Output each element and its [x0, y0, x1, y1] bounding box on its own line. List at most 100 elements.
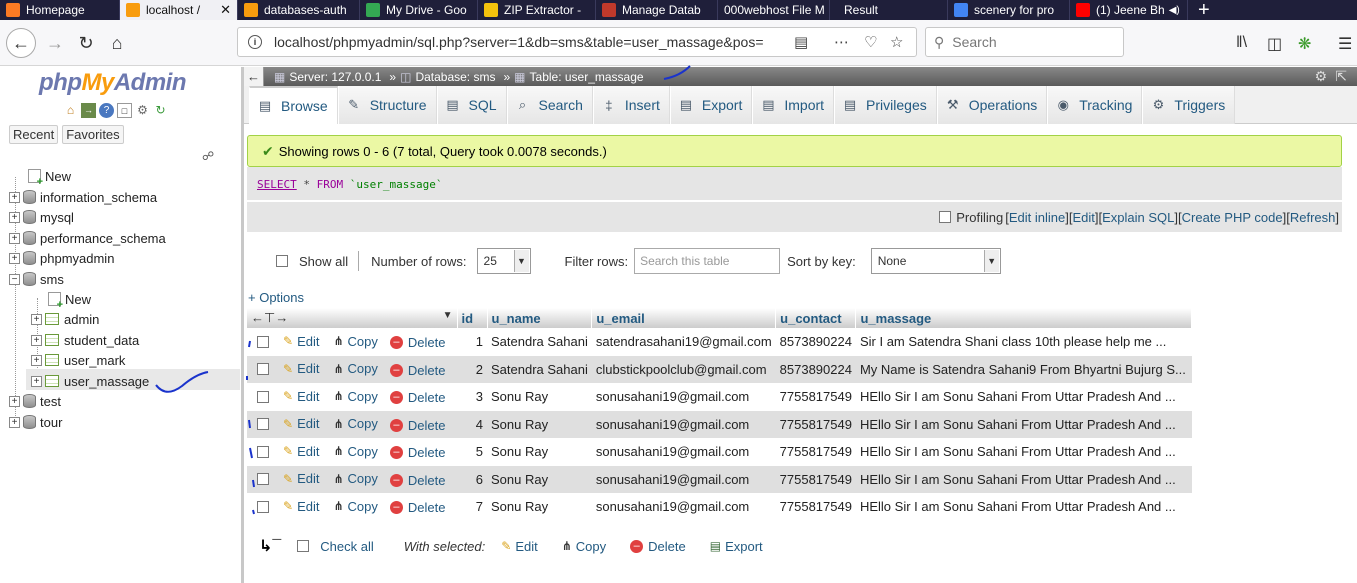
home-icon[interactable]: ⌂: [102, 28, 132, 58]
sidebar-toggle-icon[interactable]: ◫: [1267, 34, 1282, 54]
close-tab-icon[interactable]: ✕: [214, 2, 231, 18]
tab-privileges[interactable]: ▤ Privileges: [834, 86, 937, 124]
breadcrumb-table[interactable]: Table: user_massage: [530, 70, 644, 84]
expand-icon[interactable]: +: [31, 313, 42, 325]
table-item-user-massage[interactable]: + user_massage: [31, 371, 149, 391]
row-checkbox[interactable]: [257, 335, 269, 348]
pocket-icon[interactable]: ♡: [864, 33, 877, 51]
column-header-u-contact[interactable]: u_contact: [775, 308, 857, 328]
browser-tab[interactable]: Result: [830, 0, 948, 20]
row-edit-button[interactable]: ✎ Edit: [283, 416, 319, 431]
collapse-top-icon[interactable]: ⇱: [1335, 68, 1347, 85]
column-header-u-name[interactable]: u_name: [487, 308, 593, 328]
row-edit-button[interactable]: ✎ Edit: [283, 361, 319, 376]
row-copy-button[interactable]: ⋔ Copy: [333, 499, 377, 514]
cell-u-contact[interactable]: 8573890224: [775, 355, 856, 383]
row-checkbox[interactable]: [257, 473, 269, 486]
tab-search[interactable]: ⌕ Search: [506, 86, 593, 124]
row-edit-button[interactable]: ✎ Edit: [283, 389, 319, 404]
cell-id[interactable]: 5: [457, 438, 487, 466]
row-delete-button[interactable]: – Delete: [389, 500, 445, 515]
collapse-icon[interactable]: −: [9, 273, 20, 285]
table-item-admin[interactable]: + admin: [31, 309, 99, 329]
cell-u-name[interactable]: Sonu Ray: [487, 410, 592, 438]
browser-tab[interactable]: localhost / ✕: [120, 0, 238, 20]
row-checkbox[interactable]: [257, 418, 269, 431]
page-actions-icon[interactable]: ⋯: [834, 33, 849, 51]
row-checkbox[interactable]: [257, 445, 269, 458]
db-item-phpmyadmin[interactable]: + phpmyadmin: [9, 248, 114, 268]
expand-icon[interactable]: +: [9, 232, 20, 244]
sql-select-keyword[interactable]: SELECT: [257, 178, 297, 191]
bulk-export-button[interactable]: ▤ Export: [710, 539, 763, 554]
cell-id[interactable]: 2: [457, 355, 487, 383]
expand-icon[interactable]: +: [9, 416, 20, 428]
check-all-label[interactable]: Check all: [320, 539, 373, 554]
cell-u-massage[interactable]: HEllo Sir I am Sonu Sahani From Uttar Pr…: [855, 383, 1192, 411]
cell-u-contact[interactable]: 7755817549: [775, 410, 856, 438]
tab-import[interactable]: ▤ Import: [752, 86, 835, 124]
logout-icon[interactable]: →: [81, 103, 96, 118]
expand-icon[interactable]: +: [31, 375, 42, 387]
cell-u-email[interactable]: satendrasahani19@gmail.com: [591, 328, 776, 356]
row-copy-button[interactable]: ⋔ Copy: [333, 389, 377, 404]
row-edit-button[interactable]: ✎ Edit: [283, 471, 319, 486]
tab-browse[interactable]: ▤ Browse: [249, 86, 338, 124]
edit-link[interactable]: Edit: [1072, 210, 1094, 225]
tab-tracking[interactable]: ◉ Tracking: [1047, 86, 1143, 124]
filter-rows-input[interactable]: Search this table: [634, 248, 781, 274]
phpmyadmin-logo[interactable]: phpMyAdmin: [39, 69, 187, 97]
row-checkbox[interactable]: [257, 500, 269, 513]
cell-u-name[interactable]: Sonu Ray: [487, 493, 592, 521]
row-delete-button[interactable]: – Delete: [389, 363, 445, 378]
cell-id[interactable]: 1: [457, 328, 487, 356]
page-settings-gear-icon[interactable]: ⚙: [1314, 68, 1327, 85]
cell-u-contact[interactable]: 8573890224: [775, 328, 856, 356]
tab-structure[interactable]: ✎ Structure: [337, 86, 437, 124]
settings-gear-icon[interactable]: ⚙: [135, 103, 150, 118]
check-all-checkbox[interactable]: [297, 540, 310, 552]
cell-u-email[interactable]: sonusahani19@gmail.com: [591, 438, 776, 466]
cell-u-contact[interactable]: 7755817549: [775, 493, 856, 521]
tab-insert[interactable]: ‡ Insert: [592, 86, 670, 124]
browser-tab[interactable]: Manage Datab: [596, 0, 718, 20]
row-copy-button[interactable]: ⋔ Copy: [333, 416, 377, 431]
row-options-dropdown-icon[interactable]: ▼: [443, 310, 453, 321]
bulk-delete-button[interactable]: – Delete: [630, 539, 686, 554]
browser-tab[interactable]: (1) Jeene Bh ◀): [1070, 0, 1188, 20]
menu-icon[interactable]: ☰: [1338, 34, 1352, 54]
explain-sql-link[interactable]: Explain SQL: [1102, 210, 1174, 225]
url-bar[interactable]: i localhost/phpmyadmin/sql.php?server=1&…: [237, 27, 917, 57]
row-delete-button[interactable]: – Delete: [389, 335, 445, 350]
cell-u-name[interactable]: Sonu Ray: [487, 383, 592, 411]
table-item-new[interactable]: New: [48, 289, 91, 311]
cell-id[interactable]: 6: [457, 465, 487, 493]
browser-tab[interactable]: scenery for pro: [948, 0, 1070, 20]
row-edit-button[interactable]: ✎ Edit: [283, 499, 319, 514]
forward-arrow-icon[interactable]: →: [40, 28, 70, 58]
tab-triggers[interactable]: ⚙ Triggers: [1142, 86, 1236, 124]
browser-search-bar[interactable]: ⚲ Search: [925, 27, 1124, 57]
cell-id[interactable]: 4: [457, 410, 487, 438]
db-item-mysql[interactable]: + mysql: [9, 207, 74, 227]
help-icon[interactable]: ?: [99, 103, 114, 118]
row-checkbox[interactable]: [257, 363, 269, 376]
cell-id[interactable]: 3: [457, 383, 487, 411]
bookmark-star-icon[interactable]: ☆: [890, 33, 903, 51]
reader-view-icon[interactable]: ▤: [794, 33, 808, 51]
browser-tab[interactable]: Homepage: [0, 0, 120, 20]
cell-id[interactable]: 7: [457, 493, 487, 521]
row-copy-button[interactable]: ⋔ Copy: [333, 334, 377, 349]
extension-puzzle-icon[interactable]: ❋: [1298, 34, 1311, 54]
link-chain-icon[interactable]: ☍: [202, 149, 214, 163]
row-edit-button[interactable]: ✎ Edit: [283, 444, 319, 459]
library-icon[interactable]: ‖\: [1236, 34, 1247, 52]
db-item-sms[interactable]: − sms: [9, 269, 64, 289]
favorites-button[interactable]: Favorites: [62, 125, 124, 144]
speaker-icon[interactable]: ◀): [1169, 5, 1180, 16]
cell-u-massage[interactable]: Sir I am Satendra Shani class 10th pleas…: [855, 328, 1192, 356]
expand-icon[interactable]: +: [9, 191, 20, 203]
cell-u-name[interactable]: Sonu Ray: [487, 438, 592, 466]
expand-icon[interactable]: +: [31, 354, 42, 366]
browser-tab[interactable]: 000webhost File M: [718, 0, 830, 20]
